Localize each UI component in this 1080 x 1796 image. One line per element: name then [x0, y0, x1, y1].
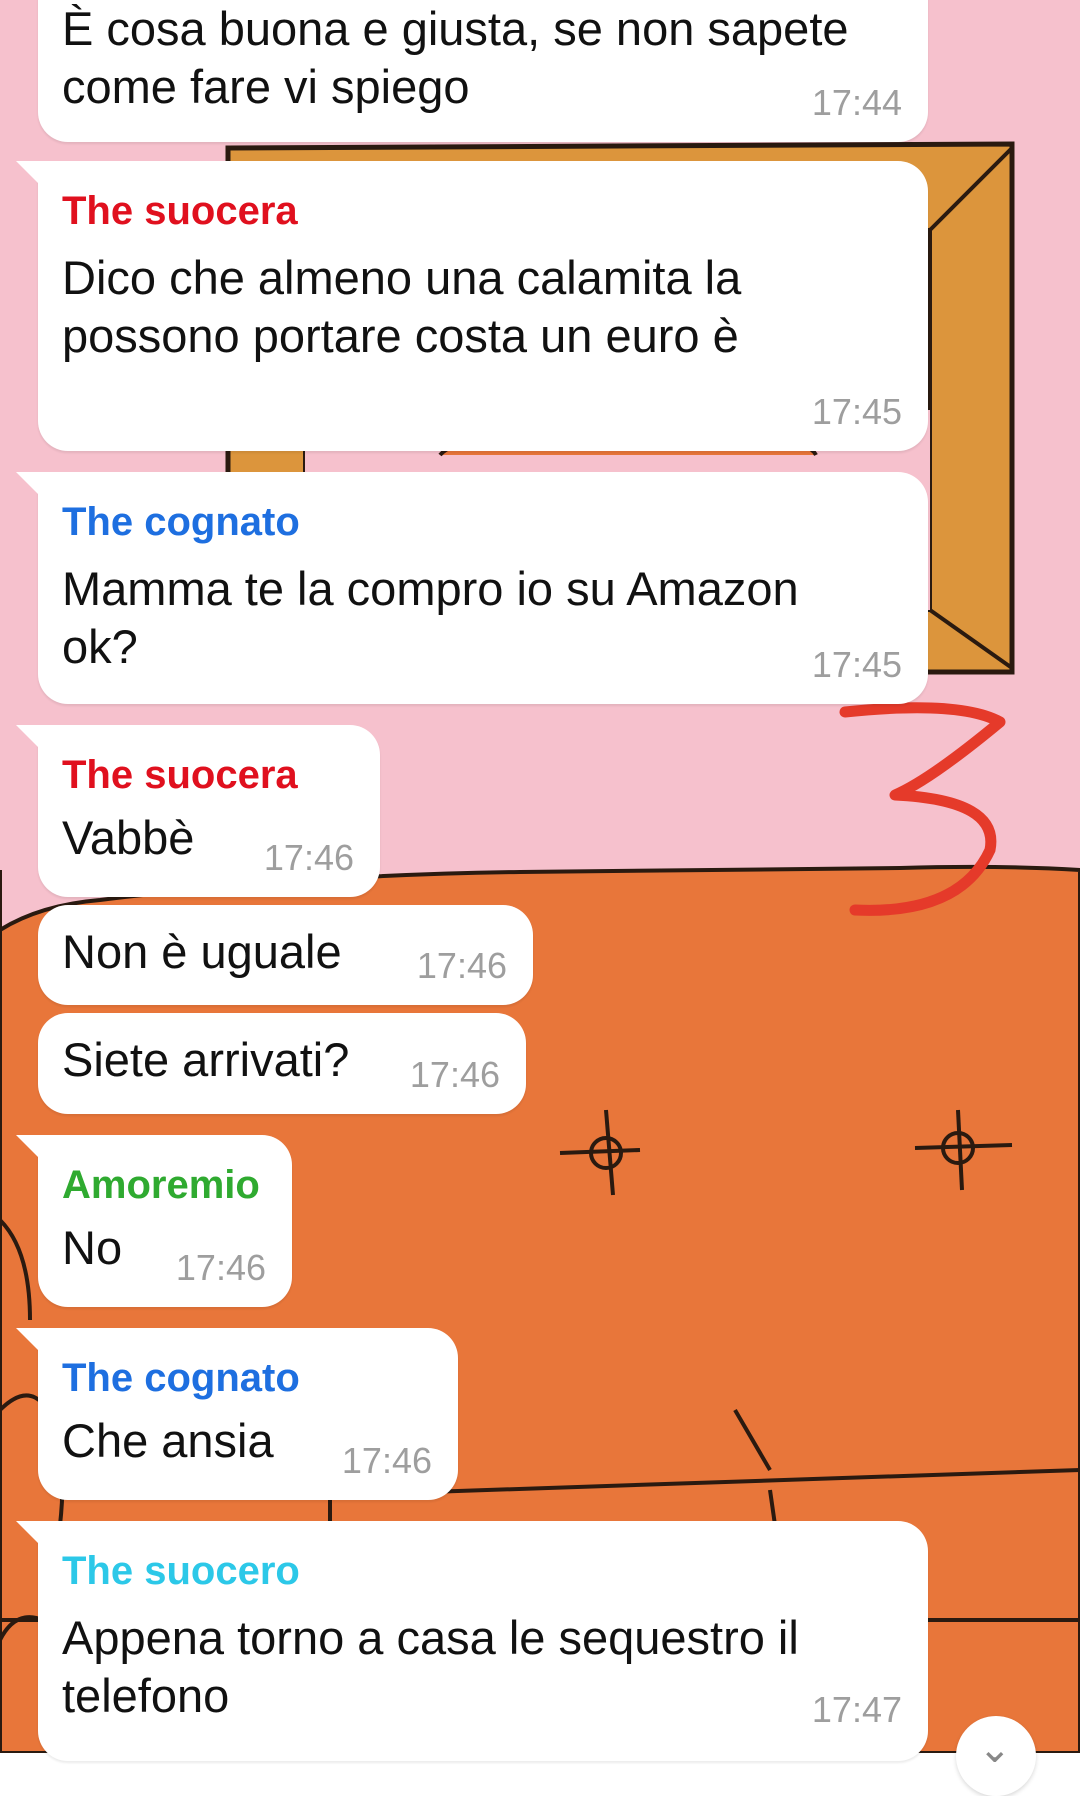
message-time: 17:44: [811, 82, 902, 123]
chevron-down-icon: ⌄: [978, 1727, 1012, 1771]
message-time: 17:46: [263, 837, 354, 878]
message-bubble[interactable]: È cosa buona e giusta, se non sapete com…: [38, 0, 928, 142]
message-time: 17:46: [416, 945, 507, 986]
message-time: 17:45: [811, 391, 902, 432]
message-text: Appena torno a casa le sequestro il tele…: [62, 1609, 902, 1725]
sender-name[interactable]: The suocera: [62, 749, 354, 801]
message-time: 17:46: [341, 1440, 432, 1481]
message-line: telefono: [62, 1669, 230, 1722]
message-time: 17:46: [409, 1054, 500, 1095]
sender-name[interactable]: The cognato: [62, 496, 902, 548]
message-line: come fare vi spiego: [62, 60, 470, 113]
message-time: 17:46: [175, 1247, 266, 1288]
message-bubble[interactable]: The suocera Dico che almeno una calamita…: [16, 161, 928, 451]
sender-name[interactable]: Amoremio: [62, 1159, 266, 1211]
message-line: possono portare costa un euro è: [62, 309, 739, 362]
message-line: Appena torno a casa le sequestro il: [62, 1611, 799, 1664]
message-bubble[interactable]: Amoremio No 17:46: [16, 1135, 292, 1307]
sender-name[interactable]: The cognato: [62, 1352, 432, 1404]
message-line: Mamma te la compro io su Amazon: [62, 562, 799, 615]
scroll-down-button[interactable]: ⌄: [956, 1716, 1036, 1796]
message-bubble[interactable]: The cognato Che ansia 17:46: [16, 1328, 458, 1500]
message-text: Mamma te la compro io su Amazon ok?: [62, 560, 902, 676]
message-bubble[interactable]: The suocera Vabbè 17:46: [16, 725, 380, 897]
message-bubble[interactable]: The suocero Appena torno a casa le seque…: [16, 1521, 928, 1761]
sender-name[interactable]: The suocera: [62, 185, 902, 237]
message-text: È cosa buona e giusta, se non sapete com…: [62, 0, 902, 116]
message-line: È cosa buona e giusta, se non sapete: [62, 2, 849, 55]
message-line: ok?: [62, 620, 138, 673]
message-bubble[interactable]: The cognato Mamma te la compro io su Ama…: [16, 472, 928, 704]
message-time: 17:47: [811, 1689, 902, 1730]
message-bubble[interactable]: Non è uguale 17:46: [38, 905, 533, 1005]
message-bubble[interactable]: Siete arrivati? 17:46: [38, 1013, 526, 1114]
message-time: 17:45: [811, 644, 902, 685]
sender-name[interactable]: The suocero: [62, 1545, 902, 1597]
message-text: Dico che almeno una calamita la possono …: [62, 249, 902, 365]
message-line: Dico che almeno una calamita la: [62, 251, 742, 304]
